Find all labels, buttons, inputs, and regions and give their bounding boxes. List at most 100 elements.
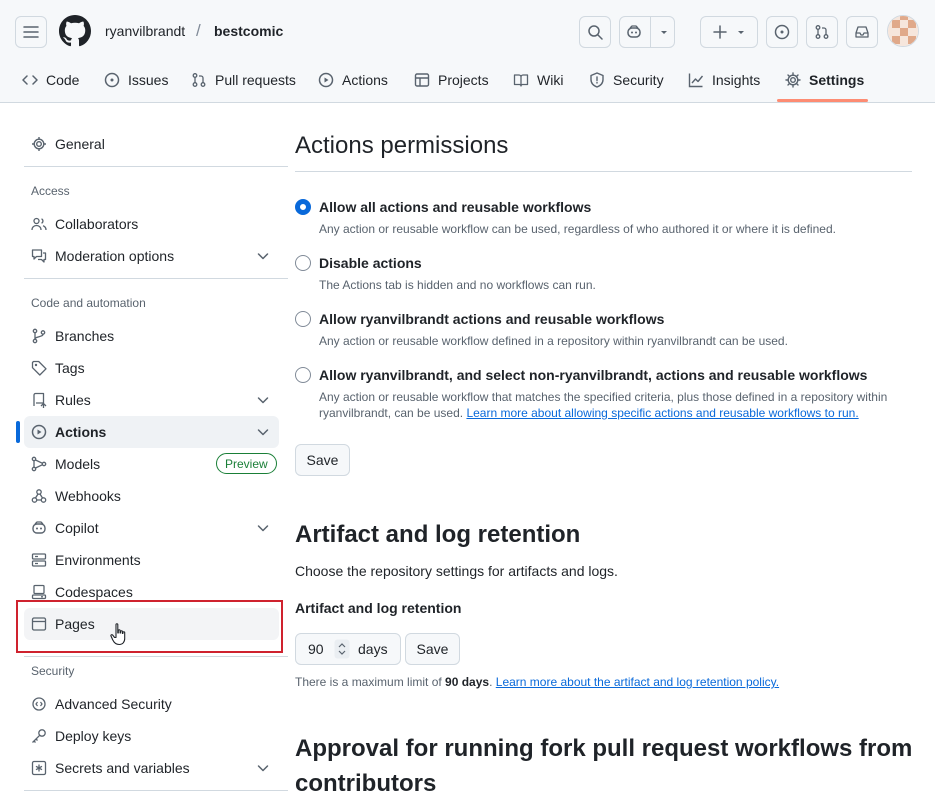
tab-security[interactable]: Security: [589, 64, 664, 96]
sidebar-group-access: Access: [31, 184, 70, 198]
tab-insights[interactable]: Insights: [688, 64, 760, 96]
section-title-approval: Approval for running fork pull request w…: [295, 735, 913, 762]
issue-opened-icon: [774, 24, 790, 40]
gear-icon: [785, 72, 801, 88]
radio-description: The Actions tab is hidden and no workflo…: [319, 278, 596, 292]
sidebar-divider: [24, 166, 288, 167]
tab-projects[interactable]: Projects: [414, 64, 489, 96]
github-logo-icon[interactable]: [59, 15, 91, 47]
retention-days-input[interactable]: 90 days: [295, 633, 401, 665]
create-new-button[interactable]: [700, 16, 758, 48]
pull-requests-button[interactable]: [806, 16, 838, 48]
retention-field-label: Artifact and log retention: [295, 600, 462, 616]
sidebar-item-rules[interactable]: Rules: [24, 384, 279, 416]
sidebar-item-secrets-and-variables[interactable]: Secrets and variables: [24, 752, 279, 784]
sidebar-divider: [24, 656, 288, 657]
git-pull-request-icon: [815, 25, 829, 39]
sidebar-item-advanced-security[interactable]: Advanced Security: [24, 688, 279, 720]
sidebar-group-code-automation: Code and automation: [31, 296, 146, 310]
server-icon: [31, 553, 47, 567]
sidebar-divider: [24, 790, 288, 791]
sidebar-item-general[interactable]: General: [24, 128, 279, 160]
radio-label[interactable]: Allow ryanvilbrandt, and select non-ryan…: [319, 367, 867, 383]
radio-description: Any action or reusable workflow that mat…: [319, 390, 888, 420]
sidebar-item-deploy-keys[interactable]: Deploy keys: [24, 720, 279, 752]
inbox-icon: [855, 26, 869, 38]
section-subtitle: Choose the repository settings for artif…: [295, 563, 618, 579]
avatar[interactable]: [887, 15, 919, 47]
radio-label[interactable]: Allow all actions and reusable workflows: [319, 199, 591, 215]
plus-icon: [713, 25, 727, 39]
radio-allow-owner[interactable]: [295, 311, 311, 327]
selected-tab-underline: [777, 99, 868, 102]
graph-icon: [688, 73, 704, 88]
table-icon: [414, 73, 430, 87]
tab-code[interactable]: Code: [22, 64, 79, 96]
tab-issues[interactable]: Issues: [104, 64, 168, 96]
sidebar-item-tags[interactable]: Tags: [24, 352, 279, 384]
chevron-down-icon: [257, 397, 269, 404]
tab-pull-requests[interactable]: Pull requests: [191, 64, 296, 96]
radio-disable-actions[interactable]: [295, 255, 311, 271]
repo-owner-link[interactable]: ryanvilbrandt: [105, 23, 185, 39]
chevron-down-icon: [660, 31, 667, 34]
radio-label[interactable]: Allow ryanvilbrandt actions and reusable…: [319, 311, 664, 327]
retention-days-value[interactable]: 90: [308, 641, 334, 657]
tab-settings[interactable]: Settings: [785, 64, 864, 96]
book-icon: [513, 74, 529, 87]
ai-model-icon: [31, 456, 47, 472]
sidebar-item-branches[interactable]: Branches: [24, 320, 279, 352]
actions-play-icon: [318, 72, 334, 88]
code-icon: [22, 75, 38, 85]
search-button[interactable]: [579, 16, 611, 48]
save-button[interactable]: Save: [295, 444, 350, 476]
issues-button[interactable]: [766, 16, 798, 48]
tab-wiki[interactable]: Wiki: [513, 64, 563, 96]
chevron-down-icon: [257, 429, 269, 436]
people-icon: [31, 217, 47, 231]
copilot-menu-button[interactable]: [619, 16, 675, 48]
sidebar-item-actions[interactable]: Actions: [24, 416, 279, 448]
page-title: Actions permissions: [295, 132, 509, 159]
annotation-highlight-box: [16, 600, 283, 653]
repo-push-icon: [33, 392, 47, 408]
tag-icon: [31, 360, 47, 376]
codescan-icon: [32, 697, 46, 711]
pull-request-icon: [192, 73, 206, 87]
chevron-down-icon: [257, 253, 269, 260]
retention-unit: days: [358, 641, 388, 657]
path-separator: /: [196, 21, 201, 40]
retention-note: There is a maximum limit of 90 days. Lea…: [295, 675, 780, 689]
issue-icon: [104, 72, 120, 88]
sidebar-item-copilot[interactable]: Copilot: [24, 512, 279, 544]
hamburger-icon: [23, 26, 39, 38]
learn-more-link[interactable]: Learn more about allowing specific actio…: [466, 406, 858, 420]
section-title-artifact: Artifact and log retention: [295, 521, 581, 548]
inbox-button[interactable]: [846, 16, 878, 48]
section-title-approval-cont: contributors: [295, 770, 437, 797]
spinner-arrows-icon[interactable]: [334, 639, 350, 659]
sidebar-item-environments[interactable]: Environments: [24, 544, 279, 576]
repo-name-link[interactable]: bestcomic: [214, 23, 283, 39]
menu-button[interactable]: [15, 16, 47, 48]
tab-actions[interactable]: Actions: [318, 64, 388, 96]
key-asterisk-icon: [31, 760, 47, 776]
search-icon: [588, 25, 603, 40]
radio-allow-select[interactable]: [295, 367, 311, 383]
gear-icon: [32, 137, 46, 151]
retention-save-button[interactable]: Save: [405, 633, 460, 665]
chevron-down-icon: [738, 31, 744, 34]
retention-policy-link[interactable]: Learn more about the artifact and log re…: [496, 675, 779, 689]
hand-pointer-cursor-icon: [110, 622, 132, 648]
comment-discussion-icon: [31, 249, 47, 263]
radio-allow-all[interactable]: [295, 199, 311, 215]
radio-label[interactable]: Disable actions: [319, 255, 422, 271]
key-icon: [32, 729, 46, 743]
sidebar-item-collaborators[interactable]: Collaborators: [24, 208, 279, 240]
sidebar-item-webhooks[interactable]: Webhooks: [24, 480, 279, 512]
webhook-icon: [31, 489, 47, 503]
chevron-down-icon: [257, 525, 269, 532]
sidebar-item-moderation-options[interactable]: Moderation options: [24, 240, 279, 272]
title-divider: [295, 171, 912, 172]
sidebar-divider: [24, 278, 288, 279]
